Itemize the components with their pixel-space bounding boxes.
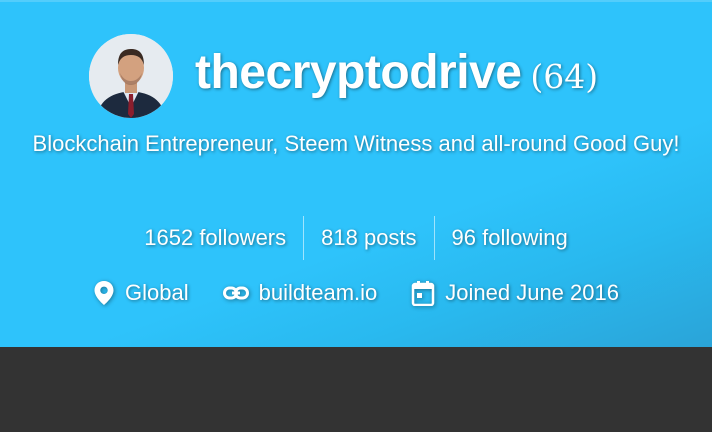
website-link[interactable]: buildteam.io bbox=[259, 280, 378, 306]
username: thecryptodrive bbox=[195, 46, 522, 99]
joined-item: Joined June 2016 bbox=[411, 280, 619, 306]
followers-link[interactable]: 1652 followers bbox=[127, 216, 303, 260]
profile-about: Blockchain Entrepreneur, Steem Witness a… bbox=[32, 131, 680, 156]
header-divider bbox=[0, 0, 712, 2]
posts-count: 818 posts bbox=[303, 216, 433, 260]
following-link[interactable]: 96 following bbox=[433, 216, 585, 260]
avatar[interactable] bbox=[89, 34, 173, 118]
profile-stats: 1652 followers 818 posts 96 following bbox=[0, 216, 712, 260]
reputation-score: (64) bbox=[530, 57, 599, 96]
profile-name-row: thecryptodrive (64) bbox=[195, 38, 598, 108]
profile-meta: Global buildteam.io Joined June 2016 bbox=[0, 280, 712, 306]
calendar-icon bbox=[411, 280, 435, 306]
location-item: Global bbox=[93, 280, 189, 306]
profile-header: thecryptodrive (64) Blockchain Entrepren… bbox=[0, 0, 712, 347]
link-icon bbox=[222, 285, 249, 301]
profile-content-area bbox=[0, 347, 712, 432]
location-text: Global bbox=[125, 280, 189, 305]
profile-page: thecryptodrive (64) Blockchain Entrepren… bbox=[0, 0, 712, 432]
website-item[interactable]: buildteam.io bbox=[222, 280, 378, 306]
map-pin-icon bbox=[93, 280, 115, 306]
joined-date: Joined June 2016 bbox=[445, 280, 619, 305]
